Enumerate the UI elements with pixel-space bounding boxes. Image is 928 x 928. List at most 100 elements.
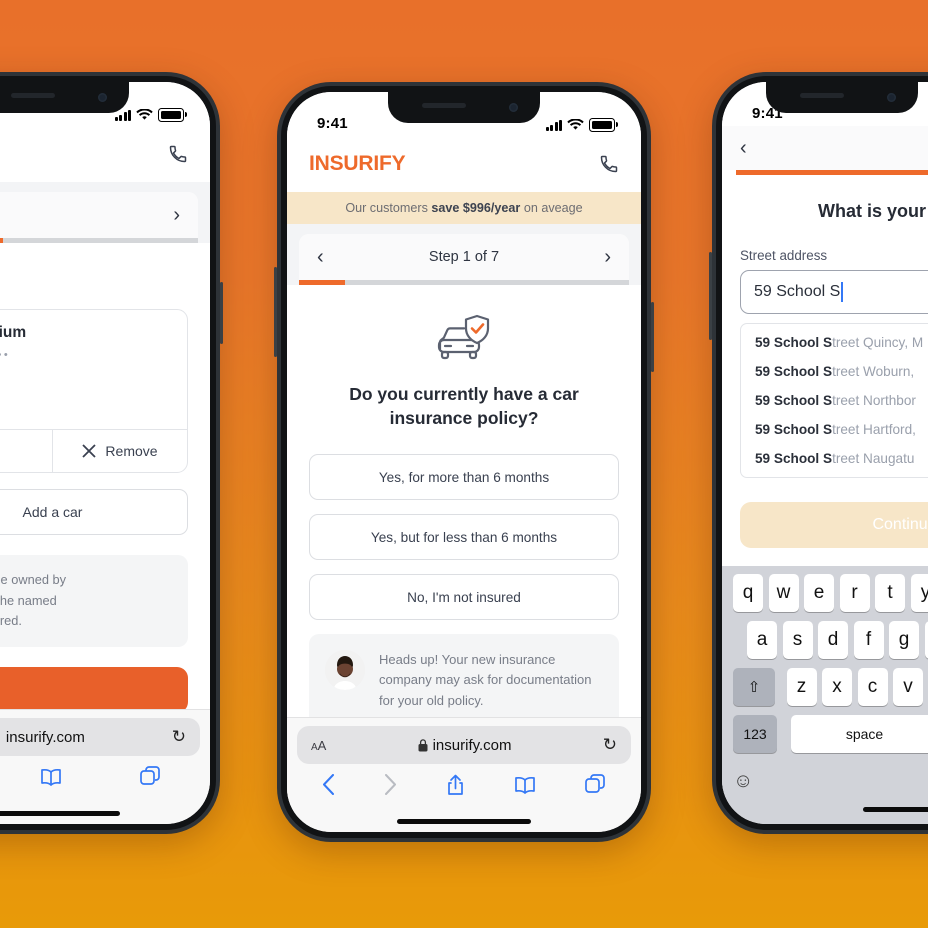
- option-yes-more-6[interactable]: Yes, for more than 6 months: [309, 454, 619, 501]
- key-c[interactable]: c: [857, 668, 888, 706]
- key-z[interactable]: z: [786, 668, 817, 706]
- option-label: No, I'm not insured: [407, 589, 521, 605]
- reload-icon[interactable]: ↻: [603, 735, 617, 755]
- car-remove-button[interactable]: Remove: [52, 430, 187, 473]
- insurify-logo[interactable]: INSURIFY: [309, 152, 406, 176]
- volume-buttons[interactable]: [274, 267, 277, 357]
- safari-nav-left: [0, 756, 200, 802]
- key-f[interactable]: f: [853, 621, 884, 659]
- street-address-input[interactable]: 59 School S: [740, 270, 928, 314]
- option-not-insured[interactable]: No, I'm not insured: [309, 574, 619, 621]
- volume-buttons-right[interactable]: [709, 252, 712, 340]
- avatar: [325, 650, 365, 691]
- numbers-key[interactable]: 123: [733, 715, 777, 753]
- question-title: Do you currently have a car insurance po…: [349, 384, 579, 428]
- power-button-left[interactable]: [220, 282, 223, 344]
- list-item[interactable]: 59 School Street Woburn,: [741, 357, 928, 386]
- text-caret: [841, 282, 844, 302]
- form-body-left: Cars 2.0 Premium •••••••••••• daily comm…: [0, 243, 210, 713]
- wifi-icon: [567, 119, 584, 130]
- continue-label: Continue: [872, 516, 928, 533]
- car-meta-1: daily: [0, 370, 171, 392]
- home-indicator-right: [765, 798, 928, 820]
- add-car-label: Add a car: [22, 504, 83, 521]
- tabs-icon[interactable]: [140, 766, 161, 792]
- key-x[interactable]: x: [822, 668, 852, 706]
- key-g[interactable]: g: [889, 621, 919, 659]
- chevron-right-icon[interactable]: ›: [604, 247, 611, 267]
- continue-button-left[interactable]: [0, 666, 188, 713]
- key-t[interactable]: t: [875, 574, 905, 612]
- list-item[interactable]: 59 School Street Naugatu: [741, 444, 928, 473]
- key-a[interactable]: a: [747, 621, 777, 659]
- ownership-note: icles must be owned by gistered to the n…: [0, 555, 188, 647]
- tabs-icon[interactable]: [585, 774, 606, 800]
- hero-icon-wrap: [309, 311, 619, 367]
- phone-icon[interactable]: [168, 144, 188, 164]
- continue-button-right[interactable]: Continue: [740, 502, 928, 548]
- car-edit-button[interactable]: [0, 430, 52, 472]
- back-icon[interactable]: [322, 774, 335, 800]
- phone-center-screen: 9:41 INSURIFY Our customers save $996/ye…: [287, 92, 641, 832]
- bookmarks-icon[interactable]: [40, 768, 62, 791]
- suggestion-rest: treet Naugatu: [832, 451, 915, 466]
- power-button-center[interactable]: [651, 302, 654, 372]
- suggestion-rest: treet Northbor: [832, 393, 916, 408]
- front-camera-icon: [509, 103, 518, 112]
- heads-up-callout: Heads up! Your new insurance company may…: [309, 634, 619, 727]
- battery-icon: [589, 118, 618, 132]
- space-key[interactable]: space: [790, 715, 928, 753]
- text-size-button[interactable]: AA: [311, 738, 326, 753]
- cellular-signal-icon: [114, 109, 131, 121]
- step-row-right: ‹ Step 7 of 7: [722, 126, 928, 170]
- app-header-center: INSURIFY: [287, 136, 641, 192]
- safari-toolbar-left: insurify.com ↻: [0, 709, 210, 824]
- option-yes-less-6[interactable]: Yes, but for less than 6 months: [309, 514, 619, 561]
- key-r[interactable]: r: [839, 574, 870, 612]
- key-s[interactable]: s: [782, 621, 813, 659]
- keyboard-row-3: ⇧ z x c v b: [725, 668, 928, 706]
- car-card-body: 2.0 Premium •••••••••••• daily commute: [0, 310, 187, 429]
- key-e[interactable]: e: [804, 574, 834, 612]
- wifi-icon: [136, 109, 153, 120]
- home-indicator-left: [0, 802, 200, 824]
- shift-icon[interactable]: ⇧: [733, 668, 775, 706]
- suggestion-match: 59 School S: [755, 422, 833, 437]
- list-item[interactable]: 59 School Street Quincy, M: [741, 328, 928, 357]
- key-y[interactable]: y: [910, 574, 928, 612]
- bookmarks-icon[interactable]: [514, 776, 536, 799]
- home-indicator-center: [297, 810, 631, 832]
- list-item[interactable]: 59 School Street Hartford,: [741, 415, 928, 444]
- emoji-icon[interactable]: ☺: [733, 770, 753, 793]
- url-bar-left[interactable]: insurify.com ↻: [0, 718, 200, 756]
- key-h[interactable]: h: [924, 621, 928, 659]
- list-item[interactable]: 59 School Street Northbor: [741, 386, 928, 415]
- chevron-left-icon[interactable]: ‹: [317, 247, 324, 267]
- key-q[interactable]: q: [733, 574, 763, 612]
- phone-left-screen: 9:41 Step 2 of 6 ›: [0, 82, 210, 824]
- keyboard-row-2: a s d f g h: [725, 621, 928, 659]
- url-bar-center[interactable]: AA insurify.com ↻: [297, 726, 631, 764]
- key-d[interactable]: d: [818, 621, 848, 659]
- safari-nav-center: [297, 764, 631, 810]
- reload-icon[interactable]: ↻: [172, 727, 186, 747]
- key-v[interactable]: v: [893, 668, 923, 706]
- keyboard-bottom-row: ☺: [725, 762, 928, 798]
- status-time: 9:41: [317, 115, 348, 132]
- heads-up-text: Heads up! Your new insurance company may…: [379, 652, 592, 708]
- keyboard-row-1: q w e r t y: [725, 574, 928, 612]
- chevron-left-icon[interactable]: ‹: [740, 138, 747, 158]
- url-text-left: insurify.com: [5, 728, 85, 746]
- question-title: What is your home: [817, 201, 928, 221]
- phone-center: 9:41 INSURIFY Our customers save $996/ye…: [274, 82, 654, 842]
- car-vin-masked: ••••••••••••: [0, 349, 11, 361]
- share-icon[interactable]: [446, 774, 465, 801]
- step-card-center: ‹ Step 1 of 7 ›: [299, 234, 629, 285]
- front-camera-icon: [97, 93, 107, 102]
- key-w[interactable]: w: [768, 574, 799, 612]
- option-label: Yes, for more than 6 months: [378, 469, 550, 485]
- phone-icon[interactable]: [599, 154, 619, 174]
- chevron-right-icon[interactable]: ›: [173, 205, 180, 225]
- add-car-button[interactable]: Add a car: [0, 489, 188, 536]
- car-card[interactable]: 2.0 Premium •••••••••••• daily commute R…: [0, 309, 188, 474]
